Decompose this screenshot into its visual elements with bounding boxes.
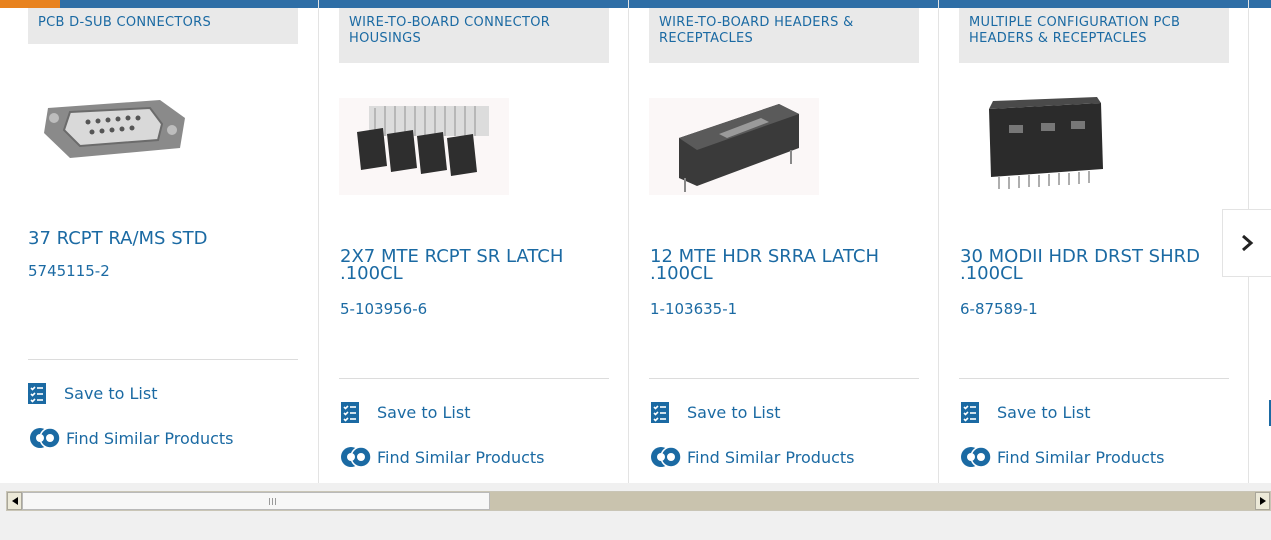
find-similar-button[interactable]: Find Similar Products xyxy=(959,445,1165,469)
shrouded-header-image[interactable] xyxy=(979,95,1109,195)
checklist-icon xyxy=(28,383,46,404)
checklist-icon xyxy=(341,402,359,423)
category-label[interactable]: WIRE-TO-BOARD HEADERS & RECEPTACLES xyxy=(649,8,919,63)
right-angle-header-image[interactable] xyxy=(649,98,819,195)
chevron-right-icon xyxy=(1242,234,1254,252)
find-similar-icon xyxy=(961,446,992,468)
product-card: WIRE-TO-BOARD CONNECTOR HOUSINGS 2X7 MTE… xyxy=(318,0,628,483)
save-to-list-label: Save to List xyxy=(64,384,158,403)
d-sub-connector-image[interactable] xyxy=(40,88,190,168)
product-card: WIRE-TO-BOARD HEADERS & RECEPTACLES 12 M… xyxy=(628,0,938,483)
thumb-grip xyxy=(269,498,277,505)
save-to-list-label: Save to List xyxy=(687,403,781,422)
save-to-list-button[interactable]: Save to List xyxy=(651,402,780,423)
product-name[interactable]: 37 RCPT RA/MS STD xyxy=(28,230,298,248)
find-similar-button[interactable]: Find Similar Products xyxy=(339,445,545,469)
part-number[interactable]: 6-87589-1 xyxy=(960,300,1038,318)
save-to-list-label: Save to List xyxy=(377,403,471,422)
find-similar-icon xyxy=(341,446,372,468)
find-similar-icon xyxy=(651,446,682,468)
divider xyxy=(649,378,919,379)
save-to-list-button[interactable]: Save to List xyxy=(28,383,157,404)
carousel-next-button[interactable] xyxy=(1222,209,1271,277)
scroll-right-button[interactable] xyxy=(1255,492,1270,510)
category-label[interactable]: MULTIPLE CONFIGURATION PCB HEADERS & REC… xyxy=(959,8,1229,63)
product-carousel: PCB D-SUB CONNECTORS 37 RCPT RA/MS STD 5… xyxy=(0,0,1271,483)
find-similar-icon xyxy=(30,427,61,449)
category-label[interactable]: PCB D-SUB CONNECTORS xyxy=(28,8,298,44)
checklist-icon xyxy=(651,402,669,423)
checklist-icon xyxy=(961,402,979,423)
horizontal-scrollbar[interactable] xyxy=(6,491,1271,511)
find-similar-label: Find Similar Products xyxy=(66,428,234,448)
category-label[interactable]: WIRE-TO-BOARD CONNECTOR HOUSINGS xyxy=(339,8,609,63)
scrollbar-thumb[interactable] xyxy=(22,492,490,510)
product-name[interactable]: 2X7 MTE RCPT SR LATCH .100CL xyxy=(340,248,610,283)
scrollbar-track[interactable] xyxy=(490,492,1257,510)
find-similar-label: Find Similar Products xyxy=(377,447,545,467)
find-similar-label: Find Similar Products xyxy=(687,447,855,467)
divider xyxy=(959,378,1229,379)
product-name[interactable]: 12 MTE HDR SRRA LATCH .100CL xyxy=(650,248,920,283)
part-number[interactable]: 5745115-2 xyxy=(28,262,110,280)
divider xyxy=(28,359,298,360)
find-similar-button[interactable]: Find Similar Products xyxy=(649,445,855,469)
save-to-list-button[interactable]: Save to List xyxy=(341,402,470,423)
part-number[interactable]: 1-103635-1 xyxy=(650,300,737,318)
part-number[interactable]: 5-103956-6 xyxy=(340,300,427,318)
scroll-left-button[interactable] xyxy=(7,492,22,510)
product-card: MULTIPLE CONFIGURATION PCB HEADERS & REC… xyxy=(938,0,1248,483)
find-similar-label: Find Similar Products xyxy=(997,447,1165,467)
product-name[interactable]: 30 MODII HDR DRST SHRD .100CL xyxy=(960,248,1230,283)
product-card: PCB D-SUB CONNECTORS 37 RCPT RA/MS STD 5… xyxy=(28,0,318,483)
save-to-list-button[interactable]: Save to List xyxy=(961,402,1090,423)
save-to-list-label: Save to List xyxy=(997,403,1091,422)
find-similar-button[interactable]: Find Similar Products xyxy=(28,426,234,450)
arrow-right-icon xyxy=(1259,497,1266,505)
divider xyxy=(339,378,609,379)
arrow-left-icon xyxy=(11,497,18,505)
connector-housing-strip-image[interactable] xyxy=(339,98,509,195)
